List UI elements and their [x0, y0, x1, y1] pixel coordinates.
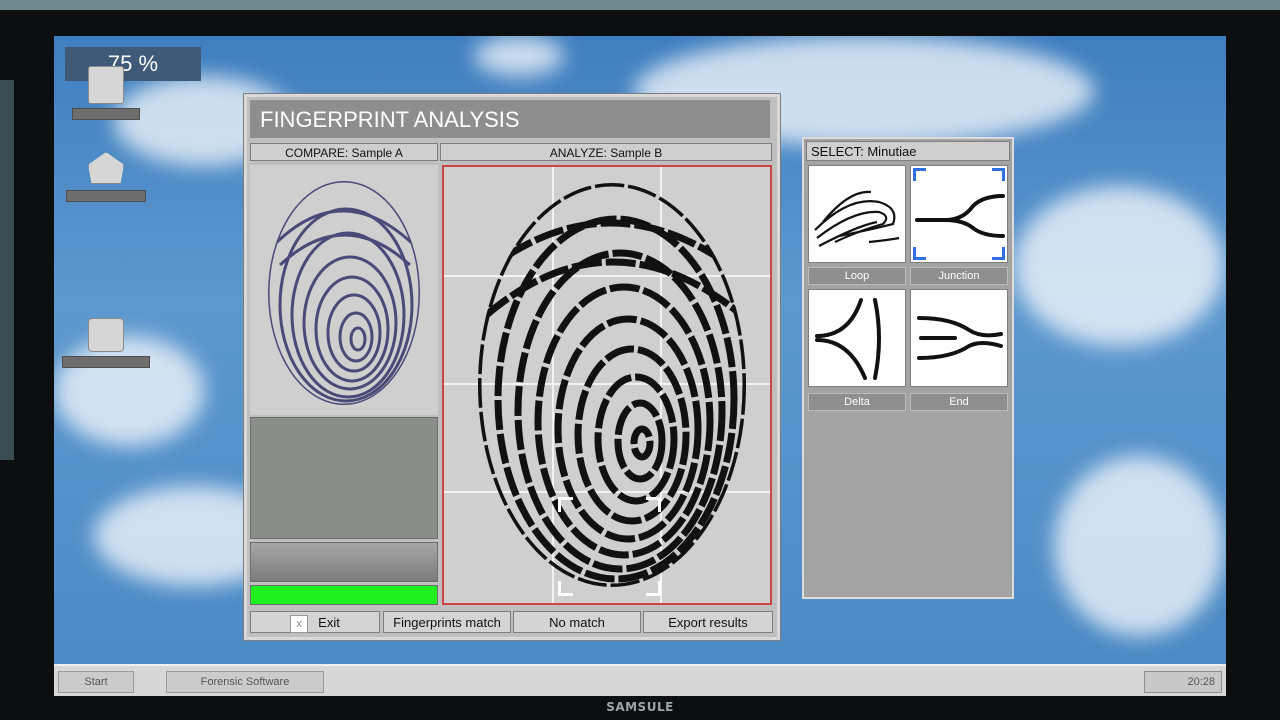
desktop-icon-label — [66, 190, 146, 202]
minutia-option-delta[interactable] — [808, 289, 906, 387]
exit-label: Exit — [318, 615, 340, 630]
analyze-header: ANALYZE: Sample B — [440, 143, 772, 161]
exit-button[interactable]: x Exit — [250, 611, 380, 633]
export-results-button[interactable]: Export results — [643, 611, 773, 633]
close-icon: x — [290, 614, 309, 633]
monitor-screen: 75 % FINGERPRINT ANALYSIS COMPARE: Sampl… — [54, 36, 1226, 696]
loop-icon — [814, 190, 900, 247]
desktop-icon-computer[interactable] — [62, 318, 152, 370]
document-icon — [88, 66, 124, 104]
background-object — [0, 80, 14, 460]
window-title: FINGERPRINT ANALYSIS — [250, 100, 770, 138]
selection-corner — [913, 168, 926, 181]
taskbar-app-forensic-software[interactable]: Forensic Software — [166, 671, 324, 693]
desktop-icon-document[interactable] — [72, 66, 144, 122]
delta-icon — [815, 298, 881, 380]
selection-corner — [558, 497, 573, 512]
empty-slot — [250, 542, 438, 582]
end-icon — [917, 316, 1003, 360]
minutia-label-junction[interactable]: Junction — [910, 267, 1008, 285]
desktop-icon-label — [62, 356, 150, 368]
minutia-option-end[interactable] — [910, 289, 1008, 387]
sample-b-panel[interactable] — [442, 165, 772, 605]
no-match-button[interactable]: No match — [513, 611, 641, 633]
start-button[interactable]: Start — [58, 671, 134, 693]
selection-corner — [646, 497, 661, 512]
cloud — [1014, 186, 1224, 346]
selection-corner — [992, 168, 1005, 181]
sample-a-fingerprint — [268, 181, 420, 405]
minutiae-panel: SELECT: Minutiae Loop Junction Delta End — [802, 137, 1014, 599]
monitor-brand: SAMSULE — [606, 700, 674, 714]
desktop-icon-label — [72, 108, 140, 120]
desktop-icon-house[interactable] — [66, 152, 148, 204]
house-icon — [88, 152, 124, 184]
selection-corner — [913, 247, 926, 260]
monitor-bezel-top — [0, 0, 1280, 10]
selection-corner — [646, 581, 661, 596]
compare-header: COMPARE: Sample A — [250, 143, 438, 161]
minutia-label-loop[interactable]: Loop — [808, 267, 906, 285]
minutia-label-delta[interactable]: Delta — [808, 393, 906, 411]
selection-corner — [992, 247, 1005, 260]
cloud — [1054, 456, 1224, 636]
minutia-option-junction[interactable] — [910, 165, 1008, 263]
fingerprint-analysis-window: FINGERPRINT ANALYSIS COMPARE: Sample A A… — [244, 94, 780, 640]
taskbar: Start Forensic Software 20:28 — [54, 664, 1226, 696]
cloud — [474, 36, 564, 76]
match-indicator-fill — [251, 586, 437, 604]
selection-corner — [558, 581, 573, 596]
sample-b-fingerprint — [478, 183, 746, 587]
minutiae-header: SELECT: Minutiae — [806, 141, 1010, 161]
fingerprints-match-button[interactable]: Fingerprints match — [383, 611, 511, 633]
computer-icon — [88, 318, 124, 352]
minutia-label-end[interactable]: End — [910, 393, 1008, 411]
minutia-option-loop[interactable] — [808, 165, 906, 263]
empty-slot — [250, 417, 438, 539]
sample-a-panel — [250, 165, 438, 415]
match-indicator-bar — [250, 585, 438, 605]
taskbar-clock: 20:28 — [1144, 671, 1222, 693]
